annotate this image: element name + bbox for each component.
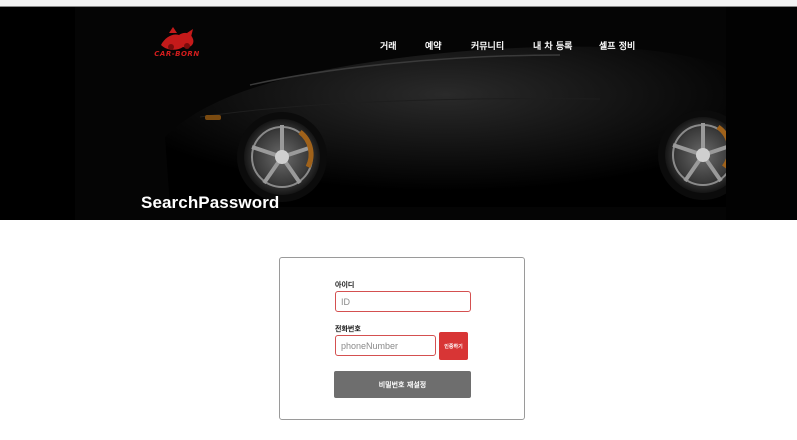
car-image	[0, 7, 797, 220]
top-bar	[0, 0, 797, 7]
id-input[interactable]	[335, 291, 471, 312]
nav-item-reservation[interactable]: 예약	[425, 39, 442, 52]
id-label: 아이디	[335, 281, 355, 289]
hero-banner: CAR-BORN 거래 예약 커뮤니티 내 차 등록 셀프 정비 SearchP…	[0, 7, 797, 220]
phone-input[interactable]	[335, 335, 436, 356]
search-password-form: 아이디 전화번호 인증하기 비밀번호 재설정	[279, 257, 525, 420]
nav-item-community[interactable]: 커뮤니티	[471, 39, 504, 52]
nav-item-trade[interactable]: 거래	[380, 39, 397, 52]
brand-name: CAR-BORN	[154, 50, 200, 58]
phone-label: 전화번호	[335, 325, 361, 333]
page-title: SearchPassword	[141, 193, 280, 212]
nav-item-self-maintenance[interactable]: 셀프 정비	[599, 39, 635, 52]
nav-item-register-car[interactable]: 내 차 등록	[533, 39, 572, 52]
reset-password-button[interactable]: 비밀번호 재설정	[334, 371, 471, 398]
verify-button[interactable]: 인증하기	[439, 332, 468, 360]
